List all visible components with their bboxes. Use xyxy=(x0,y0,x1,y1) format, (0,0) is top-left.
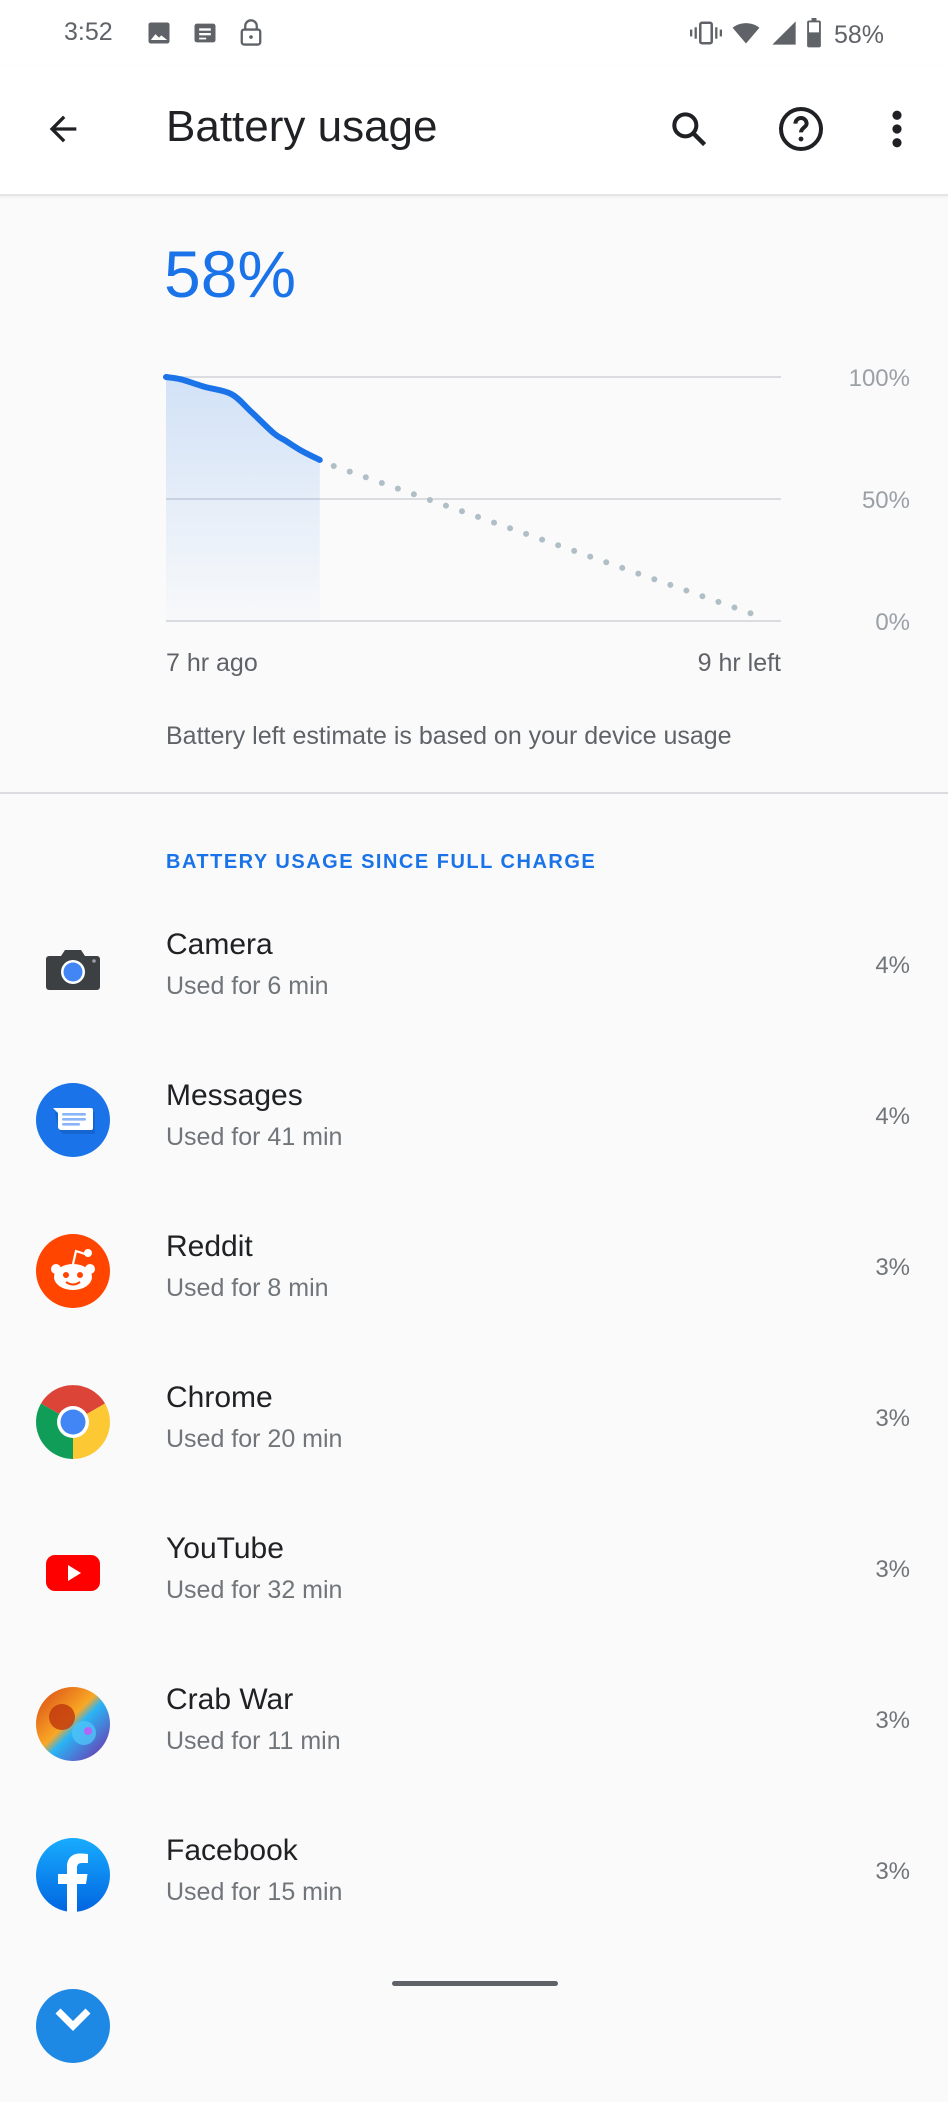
app-icon-partial xyxy=(36,1989,110,2063)
reddit-icon xyxy=(36,1234,110,1308)
y-tick-label: 0% xyxy=(875,609,910,636)
youtube-icon xyxy=(36,1536,110,1610)
app-row-chrome[interactable]: Chrome Used for 20 min 3% xyxy=(0,1347,948,1498)
lock-icon xyxy=(237,18,265,53)
estimate-note: Battery left estimate is based on your d… xyxy=(166,722,732,750)
app-name: Chrome xyxy=(166,1381,273,1414)
app-row-partial[interactable] xyxy=(0,1951,948,2102)
app-usage: Used for 15 min xyxy=(166,1878,343,1906)
image-icon xyxy=(145,19,173,52)
app-name: Facebook xyxy=(166,1834,298,1867)
app-usage: Used for 8 min xyxy=(166,1274,329,1302)
app-percent: 3% xyxy=(875,1858,910,1885)
app-usage: Used for 11 min xyxy=(166,1727,341,1755)
app-percent: 4% xyxy=(875,1103,910,1130)
app-row-messages[interactable]: Messages Used for 41 min 4% xyxy=(0,1045,948,1196)
more-vert-icon xyxy=(890,107,904,156)
app-percent: 3% xyxy=(875,1405,910,1432)
page-title: Battery usage xyxy=(166,102,438,151)
app-row-camera[interactable]: Camera Used for 6 min 4% xyxy=(0,894,948,1045)
app-bar: Battery usage xyxy=(0,66,948,196)
app-percent: 3% xyxy=(875,1254,910,1281)
battery-level: 58% xyxy=(164,237,297,311)
chrome-icon xyxy=(36,1385,110,1459)
app-usage: Used for 32 min xyxy=(166,1576,343,1604)
status-time: 3:52 xyxy=(64,18,113,46)
app-usage: Used for 6 min xyxy=(166,972,329,1000)
x-label-end: 9 hr left xyxy=(698,649,781,677)
search-icon xyxy=(667,107,711,156)
app-usage: Used for 20 min xyxy=(166,1425,343,1453)
crab-war-icon xyxy=(36,1687,110,1761)
battery-history-area xyxy=(166,377,320,621)
app-name: Messages xyxy=(166,1079,303,1112)
messages-icon xyxy=(36,1083,110,1157)
app-row-facebook[interactable]: Facebook Used for 15 min 3% xyxy=(0,1800,948,1951)
arrow-back-icon xyxy=(43,109,83,154)
app-name: YouTube xyxy=(166,1532,284,1565)
signal-icon xyxy=(770,19,798,52)
battery-icon xyxy=(806,18,822,53)
help-button[interactable] xyxy=(774,104,828,158)
app-row-reddit[interactable]: Reddit Used for 8 min 3% xyxy=(0,1196,948,1347)
search-button[interactable] xyxy=(662,104,716,158)
gesture-nav-handle[interactable] xyxy=(392,1981,558,1986)
app-usage: Used for 41 min xyxy=(166,1123,343,1151)
divider xyxy=(0,792,948,794)
y-tick-label: 100% xyxy=(849,365,910,392)
facebook-icon xyxy=(36,1838,110,1912)
app-percent: 4% xyxy=(875,952,910,979)
app-row-youtube[interactable]: YouTube Used for 32 min 3% xyxy=(0,1498,948,1649)
app-row-crab-war[interactable]: Crab War Used for 11 min 3% xyxy=(0,1649,948,1800)
status-bar: 3:52 58% xyxy=(0,0,948,66)
y-tick-label: 50% xyxy=(862,487,910,514)
vibrate-icon xyxy=(689,19,722,52)
wifi-icon xyxy=(730,19,762,52)
news-icon xyxy=(191,19,219,52)
section-header: BATTERY USAGE SINCE FULL CHARGE xyxy=(166,851,597,873)
more-options-button[interactable] xyxy=(870,104,924,158)
back-button[interactable] xyxy=(38,106,88,156)
status-battery-percent: 58% xyxy=(833,21,884,49)
battery-chart: 7 hr ago 9 hr left 100% 50% 0% xyxy=(163,365,910,677)
app-percent: 3% xyxy=(875,1707,910,1734)
camera-icon xyxy=(36,932,110,1006)
x-label-start: 7 hr ago xyxy=(166,649,258,677)
app-name: Reddit xyxy=(166,1230,253,1263)
help-icon xyxy=(777,105,825,158)
app-name: Camera xyxy=(166,928,273,961)
app-percent: 3% xyxy=(875,1556,910,1583)
app-name: Crab War xyxy=(166,1683,294,1716)
battery-prediction-line xyxy=(330,462,769,622)
